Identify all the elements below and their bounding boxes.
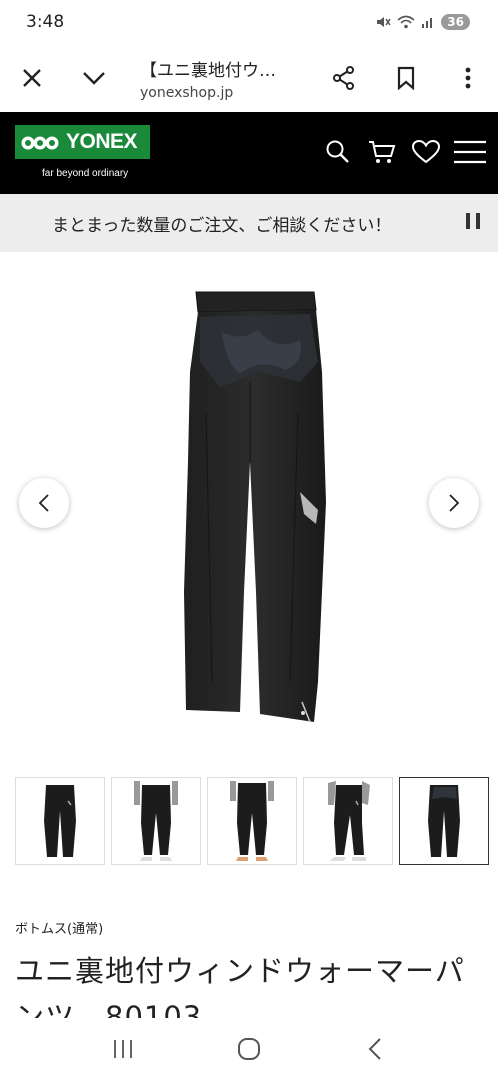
banner-pause-button[interactable] xyxy=(466,213,480,231)
carousel-prev-button[interactable] xyxy=(19,478,69,528)
system-nav-bar xyxy=(0,1018,498,1080)
more-options-button[interactable] xyxy=(448,58,488,98)
home-icon xyxy=(238,1038,260,1060)
thumbnail-image xyxy=(134,781,178,861)
thumbnail-image xyxy=(230,781,274,861)
status-time: 3:48 xyxy=(26,12,65,32)
tagline: far beyond ordinary xyxy=(42,168,129,179)
share-icon xyxy=(333,66,354,90)
promo-banner[interactable]: まとまった数量のご注文、ご相談ください！ xyxy=(0,194,498,252)
search-button[interactable] xyxy=(322,136,354,168)
recent-apps-icon xyxy=(114,1040,132,1058)
carousel-next-button[interactable] xyxy=(429,478,479,528)
favorites-button[interactable] xyxy=(410,136,442,168)
thumbnail-4[interactable] xyxy=(303,777,393,865)
menu-button[interactable] xyxy=(454,136,486,168)
more-vertical-icon xyxy=(465,67,471,89)
thumbnail-strip xyxy=(15,777,489,865)
heart-icon xyxy=(412,140,440,164)
url-block[interactable]: 【ユニ裏地付ウ… yonexshop.jp xyxy=(140,56,320,101)
mute-icon xyxy=(377,17,391,27)
close-tab-button[interactable] xyxy=(12,58,52,98)
back-button[interactable] xyxy=(355,1029,395,1069)
thumbnail-5[interactable] xyxy=(399,777,489,865)
header-icons xyxy=(322,136,486,168)
thumbnail-3[interactable] xyxy=(207,777,297,865)
search-icon xyxy=(326,140,349,163)
banner-text: まとまった数量のご注文、ご相談ください！ xyxy=(52,215,392,236)
page-title: 【ユニ裏地付ウ… xyxy=(140,60,276,81)
hamburger-menu-icon xyxy=(454,140,486,164)
pause-icon-bar xyxy=(476,213,480,229)
cart-button[interactable] xyxy=(366,136,398,168)
thumbnail-1[interactable] xyxy=(15,777,105,865)
pause-icon-bar xyxy=(466,213,470,229)
battery-badge: 36 xyxy=(441,14,470,30)
back-icon xyxy=(368,1038,381,1060)
status-icons: 36 xyxy=(375,14,470,30)
url-domain: yonexshop.jp xyxy=(140,84,234,101)
browser-toolbar: 【ユニ裏地付ウ… yonexshop.jp xyxy=(0,44,498,112)
logo-text: YONEX xyxy=(66,130,138,153)
wifi-icon xyxy=(397,15,415,29)
minimize-button[interactable] xyxy=(74,58,114,98)
signal-icon xyxy=(422,18,433,28)
site-header: YONEX far beyond ordinary xyxy=(0,112,498,194)
thumbnail-image xyxy=(428,785,460,857)
product-main-image xyxy=(184,291,326,723)
bookmark-icon xyxy=(397,66,415,90)
logo-mark-icon xyxy=(21,136,59,150)
cart-icon xyxy=(369,141,396,163)
chevron-right-icon xyxy=(449,494,460,512)
recent-apps-button[interactable] xyxy=(103,1029,143,1069)
thumbnail-image xyxy=(44,785,76,857)
chevron-left-icon xyxy=(38,494,49,512)
share-button[interactable] xyxy=(324,58,364,98)
thumbnail-2[interactable] xyxy=(111,777,201,865)
product-category[interactable]: ボトムス(通常) xyxy=(15,918,103,937)
bookmark-button[interactable] xyxy=(386,58,426,98)
product-title: ユニ裏地付ウィンドウォーマーパンツ 80103 xyxy=(15,954,465,1020)
close-icon xyxy=(23,69,41,87)
chevron-down-icon xyxy=(83,72,105,85)
thumbnail-image xyxy=(328,781,370,861)
home-button[interactable] xyxy=(229,1029,269,1069)
yonex-logo[interactable]: YONEX xyxy=(15,125,150,159)
status-bar: 3:48 36 xyxy=(0,0,498,44)
